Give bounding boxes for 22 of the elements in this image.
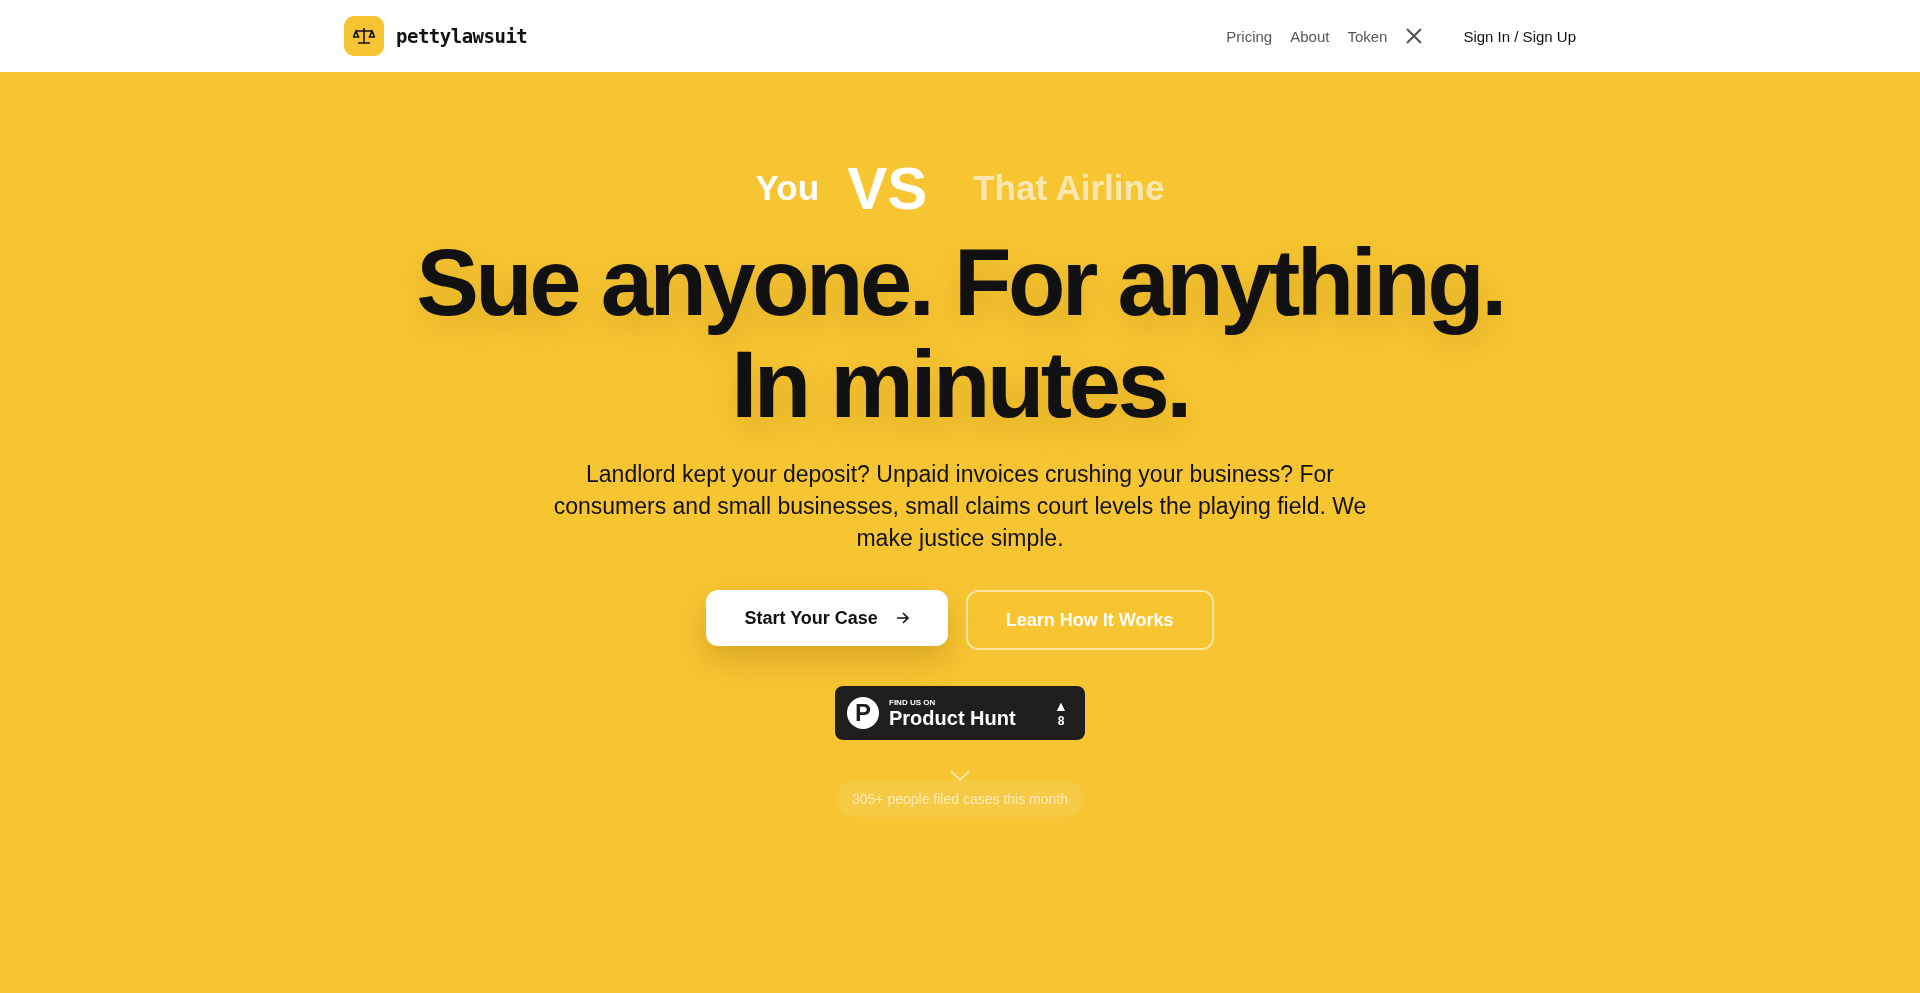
- nav-link[interactable]: About: [1290, 27, 1330, 45]
- nav-link[interactable]: Token: [1347, 27, 1388, 45]
- sign-in-link[interactable]: Sign In / Sign Up: [1463, 27, 1576, 45]
- x-logo-icon[interactable]: [1405, 27, 1424, 45]
- chevron-down-icon: [950, 770, 970, 781]
- cases-count-pill: 305+ people filed cases this month: [836, 781, 1084, 817]
- upvote-arrow: ▲: [1054, 698, 1068, 714]
- scales-icon[interactable]: [344, 16, 384, 56]
- arrow-right-icon: [895, 612, 910, 624]
- versus-label: VS: [847, 153, 928, 223]
- nav-link[interactable]: Pricing: [1226, 27, 1273, 45]
- versus-left: You: [755, 168, 820, 208]
- vote-count: 8: [1057, 714, 1065, 728]
- versus-right: That Airline: [973, 168, 1165, 208]
- start-case-button[interactable]: Start Your Case: [706, 590, 948, 646]
- badge-title: Product Hunt: [889, 706, 1017, 729]
- badge-caption: FIND US ON: [889, 697, 937, 707]
- subtitle: Landlord kept your deposit? Unpaid invoices crushing your business? For consumers and small businesses, small claims court levels the playing field. We make justice simple.: [552, 460, 1368, 553]
- brand-name[interactable]: pettylawsuit: [396, 25, 528, 47]
- product-hunt-logo: P: [847, 697, 879, 729]
- headline: In minutes.: [731, 334, 1189, 436]
- headline: Sue anyone. For anything.: [416, 232, 1504, 334]
